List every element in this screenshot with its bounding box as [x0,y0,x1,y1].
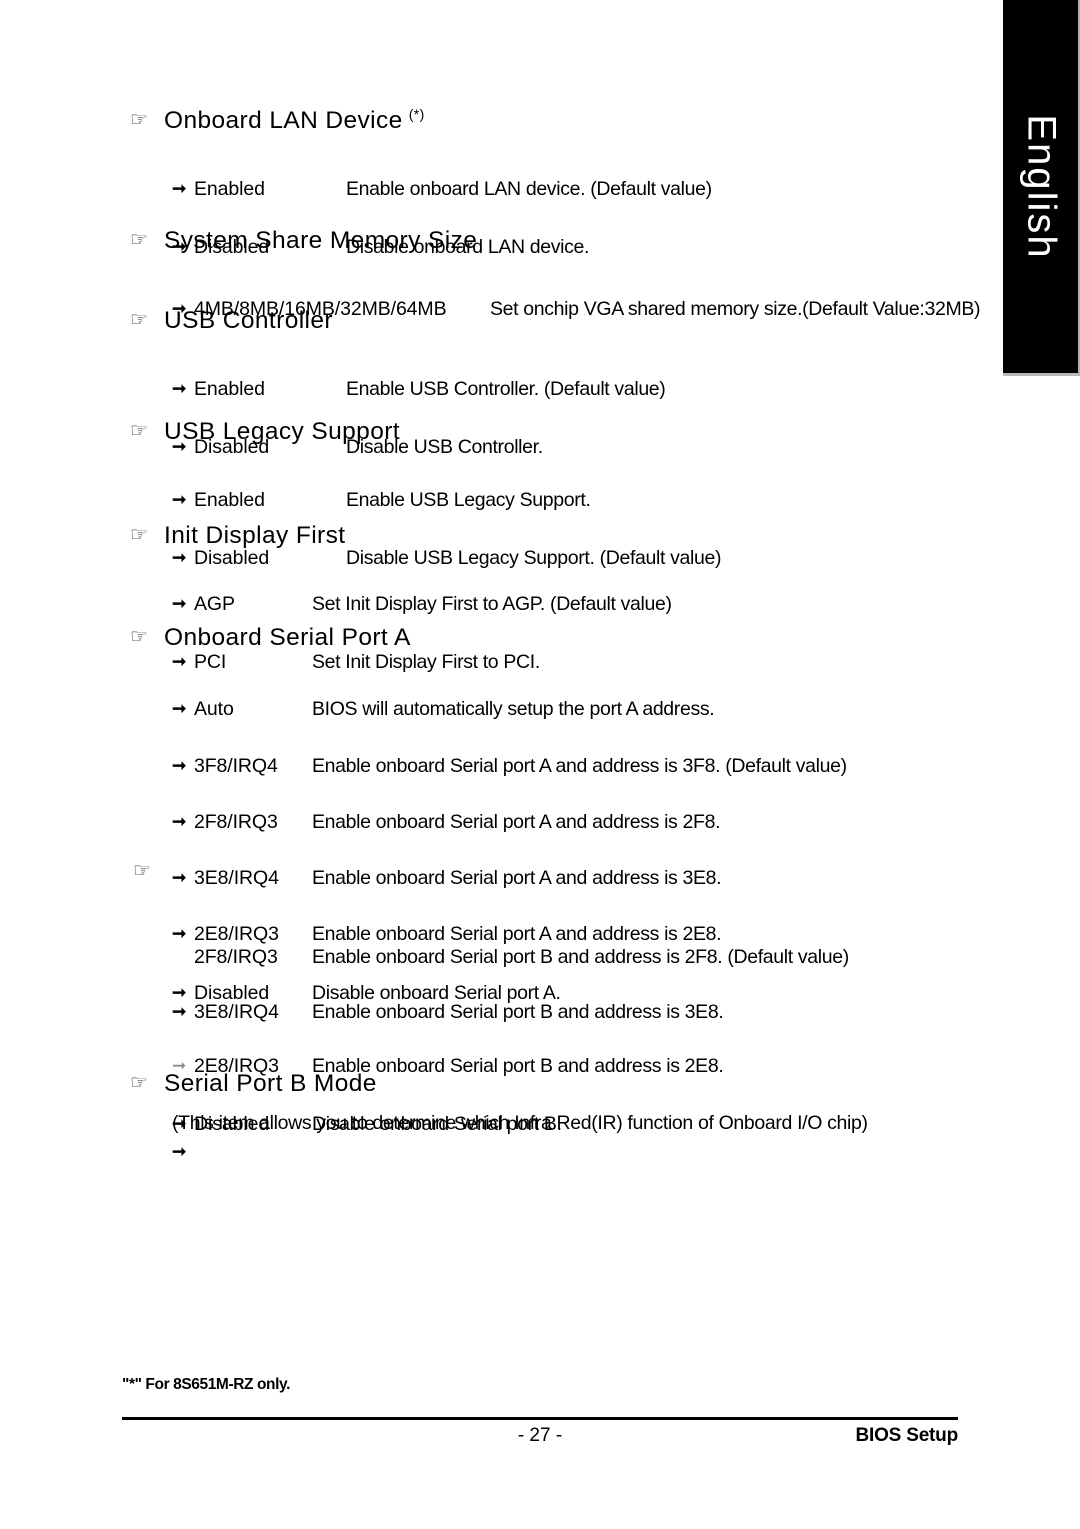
section-onboard-lan-device: ☞ Onboard LAN Device (*) ➞ Enabled Enable … [0,106,1000,258]
option-label: Enabled [194,489,265,511]
hand-pointing-icon: ☞ [130,109,149,132]
footnote: "*" For 8S651M-RZ only. [122,1376,290,1393]
option-label: 2F8/IRQ3 [194,946,278,968]
double-arrow-bullet-icon: ➞ [172,1002,187,1021]
option-description: Enable onboard Serial port B and address… [312,1001,724,1023]
double-arrow-bullet-icon: ➞ [172,868,187,887]
double-arrow-bullet-icon: ➞ [172,594,187,613]
option-row: ➞ Enabled Enable onboard LAN device. (De… [172,176,1080,204]
hand-pointing-icon: ☞ [130,524,149,546]
section-heading: ☞ System Share Memory Size [130,227,1080,255]
section-title: Onboard Serial Port A [164,624,411,651]
footer-divider [122,1417,958,1420]
option-label: 3F8/IRQ4 [194,755,278,777]
section-title: Onboard LAN Device [164,107,403,135]
section-superscript: (*) [408,106,425,122]
option-row: ➞ AGP Set Init Display First to AGP. (De… [172,591,1080,619]
section-usb-legacy-support: ☞ USB Legacy Support ➞ Enabled Enable USB… [0,418,1000,569]
option-label: Enabled [194,178,265,201]
option-description: Enable USB Legacy Support. [346,489,591,511]
section-note: (This item allows you to determine which… [172,1112,868,1134]
option-description: Enable onboard Serial port B and address… [312,946,849,968]
option-description: Enable onboard Serial port A and address… [312,867,722,889]
option-description: Enable onboard Serial port A and address… [312,755,847,777]
section-init-display-first: ☞ Init Display First ➞ AGP Set Init Displ… [0,522,1000,673]
option-label: Auto [194,698,234,720]
section-onboard-serial-port-b: ➞ 2F8/IRQ3 Enable onboard Serial port B … [0,944,1000,1135]
section-serial-port-b-mode: ☞ Serial Port B Mode (This item allows yo… [0,1070,1000,1161]
section-heading: ☞ USB Legacy Support [130,418,1080,446]
double-arrow-bullet-icon: ➞ [172,490,187,509]
footer-section-label: BIOS Setup [855,1425,958,1446]
double-arrow-bullet-icon: ➞ [172,699,187,718]
option-row: ➞ 2F8/IRQ3 Enable onboard Serial port B … [172,944,1080,972]
section-title: System Share Memory Size [164,227,478,254]
hand-pointing-icon: ☞ [130,420,149,442]
hand-pointing-icon: ☞ [130,626,149,648]
double-arrow-bullet-icon: ➞ [172,179,187,199]
double-arrow-bullet-icon: ➞ [172,379,187,398]
section-heading: ☞ Init Display First [130,522,1080,550]
section-heading: ☞ Onboard LAN Device (*) [130,106,1080,135]
option-label: 2F8/IRQ3 [194,811,278,833]
option-label: Enabled [194,378,265,400]
option-label: 3E8/IRQ4 [194,867,279,889]
option-description: Enable USB Controller. (Default value) [346,378,666,400]
option-description: Enable onboard Serial port A and address… [312,811,721,833]
option-row: ➞ Enabled Enable USB Controller. (Defaul… [172,376,1080,404]
option-row: ➞ 3F8/IRQ4 Enable onboard Serial port A … [172,753,1080,781]
section-system-share-memory-size: ☞ System Share Memory Size ➞ 4MB/8MB/16MB… [0,227,1000,320]
document-page: English ☞ Onboard LAN Device (*) ➞ Enabled… [0,0,1080,1529]
section-title: Init Display First [164,522,346,549]
double-arrow-bullet-icon: ➞ [172,1142,187,1161]
option-row: ➞ Auto BIOS will automatically setup the… [172,696,1080,724]
section-title: USB Legacy Support [164,418,401,445]
double-arrow-bullet-icon: ➞ [172,944,194,970]
section-heading: ☞ Serial Port B Mode [130,1070,1080,1098]
page-content: ☞ Onboard LAN Device (*) ➞ Enabled Enable … [0,0,1000,1529]
option-row: ➞ 3E8/IRQ4 Enable onboard Serial port A … [172,865,1080,893]
option-label: AGP [194,593,235,615]
option-description: Set Init Display First to AGP. (Default … [312,593,672,615]
hand-pointing-icon: ☞ [130,1072,149,1094]
hand-pointing-icon: ☞ [130,309,149,331]
option-label: 3E8/IRQ4 [194,1001,279,1023]
double-arrow-bullet-icon: ➞ [172,812,187,831]
option-description: Enable onboard LAN device. (Default valu… [346,178,712,201]
option-row: ➞ 2F8/IRQ3 Enable onboard Serial port A … [172,809,1080,837]
double-arrow-bullet-icon: ➞ [172,756,187,775]
section-title: Serial Port B Mode [164,1070,377,1097]
section-heading: ☞ Onboard Serial Port A [130,624,1080,652]
option-row: ➞ 3E8/IRQ4 Enable onboard Serial port B … [172,999,1080,1027]
hand-pointing-icon: ☞ [133,860,151,882]
section-title: USB Controller [164,307,333,334]
section-onboard-serial-port-a: ☞ Onboard Serial Port A ➞ Auto BIOS will … [0,624,1000,1004]
option-row: ➞ Enabled Enable USB Legacy Support. [172,487,1080,515]
hand-pointing-icon: ☞ [130,229,149,251]
section-usb-controller: ☞ USB Controller ➞ Enabled Enable USB Con… [0,307,1000,458]
section-heading: ☞ USB Controller [130,307,1080,335]
option-description: BIOS will automatically setup the port A… [312,698,715,720]
